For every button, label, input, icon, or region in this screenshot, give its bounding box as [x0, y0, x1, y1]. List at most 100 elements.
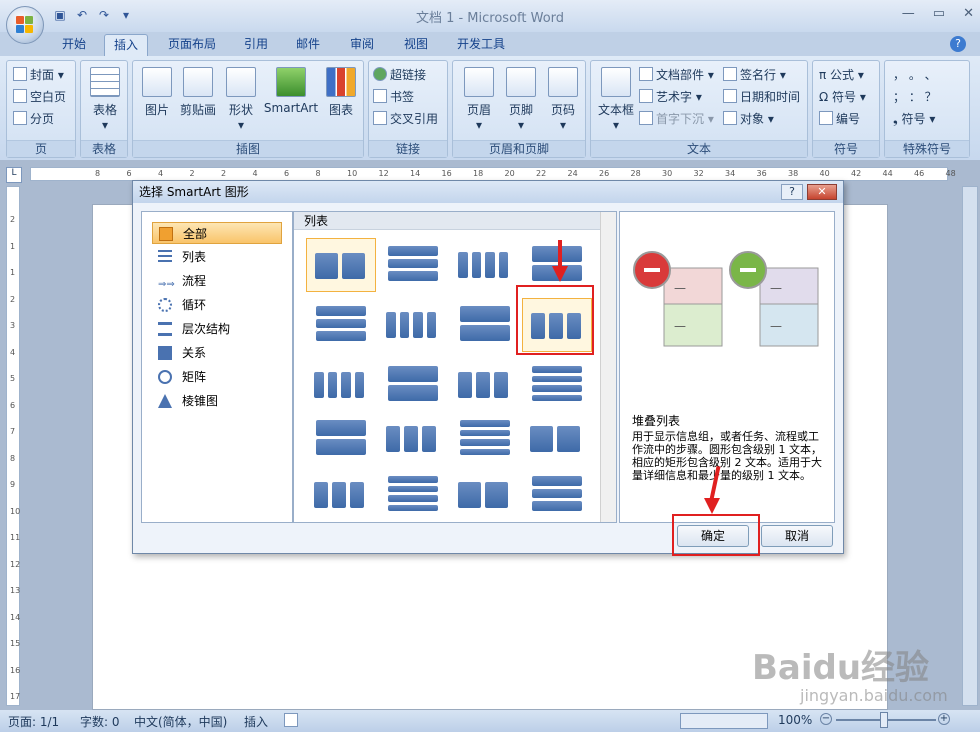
- horizontal-ruler[interactable]: 8 6 4 2 2 4 6 8 10 12 14 16 18 20 22 24 26 28 30 32 34 36 38 40…: [30, 167, 956, 181]
- tab-references[interactable]: 引用: [236, 34, 276, 56]
- equation-button[interactable]: π 公式 ▾: [819, 65, 864, 85]
- category-relationship[interactable]: 关系: [152, 342, 282, 364]
- dropcap-button[interactable]: 首字下沉 ▾: [639, 109, 714, 129]
- layout-thumbnail[interactable]: [522, 468, 592, 522]
- vertical-ruler[interactable]: 2 1 1 2 3 4 5 6 7 8 9 10 11 12 13 14 15 16 17: [6, 186, 20, 706]
- quick-parts-button[interactable]: 文档部件 ▾: [639, 65, 714, 85]
- group-table: 表格 ▾ 表格: [80, 60, 128, 158]
- tab-review[interactable]: 审阅: [342, 34, 382, 56]
- textbox-button[interactable]: 文本框 ▾: [595, 67, 637, 132]
- gallery-header: 列表: [294, 212, 600, 230]
- ribbon-tabs: 开始 插入 页面布局 引用 邮件 审阅 视图 开发工具 ?: [0, 32, 980, 56]
- category-all[interactable]: 全部: [152, 222, 282, 244]
- date-time-button[interactable]: 日期和时间: [723, 87, 800, 107]
- vertical-scrollbar[interactable]: [962, 186, 978, 706]
- tab-insert[interactable]: 插入: [104, 34, 148, 56]
- office-button[interactable]: [6, 6, 44, 44]
- vruler-tick-label: 6: [10, 400, 16, 410]
- category-list-item[interactable]: 列表: [152, 246, 282, 268]
- dialog-help-button[interactable]: ?: [781, 184, 803, 200]
- footer-button[interactable]: 页脚 ▾: [501, 67, 541, 132]
- category-hierarchy[interactable]: 层次结构: [152, 318, 282, 340]
- maximize-icon[interactable]: ▭: [933, 6, 945, 21]
- group-text: 文本框 ▾ 文档部件 ▾ 艺术字 ▾ 首字下沉 ▾ 签名行 ▾ 日期和时间 对象 …: [590, 60, 808, 158]
- language[interactable]: 中文(简体，中国): [134, 713, 227, 730]
- vruler-tick-label: 1: [10, 268, 16, 277]
- layout-thumbnail[interactable]: [450, 298, 520, 352]
- zoom-slider-thumb[interactable]: [880, 712, 888, 728]
- chart-button[interactable]: 图表: [323, 67, 359, 118]
- layout-thumbnail[interactable]: [306, 298, 376, 352]
- group-label-text: 文本: [591, 140, 807, 157]
- layout-thumbnail[interactable]: [378, 412, 448, 466]
- help-icon[interactable]: ?: [950, 36, 966, 52]
- list-icon: [158, 250, 172, 264]
- svg-text:—: —: [674, 319, 686, 333]
- ruler-tick-label: 4: [158, 169, 164, 178]
- special-symbols-row1[interactable]: ， 。 、: [893, 65, 937, 85]
- category-matrix[interactable]: 矩阵: [152, 366, 282, 388]
- layout-thumbnail[interactable]: [378, 298, 448, 352]
- layout-thumbnail[interactable]: [522, 358, 592, 412]
- hyperlink-button[interactable]: 超链接: [373, 65, 426, 85]
- numbering-button[interactable]: 编号: [819, 109, 860, 129]
- close-icon[interactable]: ✕: [963, 6, 974, 21]
- cancel-button[interactable]: 取消: [761, 525, 833, 547]
- header-button[interactable]: 页眉 ▾: [459, 67, 499, 132]
- layout-thumbnail[interactable]: [450, 358, 520, 412]
- layout-thumbnail[interactable]: [306, 468, 376, 522]
- tab-page-layout[interactable]: 页面布局: [160, 34, 224, 56]
- tab-selector[interactable]: L: [6, 167, 22, 183]
- layout-thumbnail[interactable]: [522, 238, 592, 292]
- layout-thumbnail[interactable]: [450, 238, 520, 292]
- vruler-tick-label: 12: [10, 559, 21, 569]
- layout-thumbnail[interactable]: [306, 238, 376, 292]
- highlight-stacked-list: [516, 285, 594, 355]
- tab-developer[interactable]: 开发工具: [450, 34, 512, 56]
- minimize-icon[interactable]: —: [902, 6, 915, 21]
- table-button[interactable]: 表格 ▾: [87, 67, 123, 132]
- layout-thumbnail[interactable]: [306, 412, 376, 466]
- tab-mailings[interactable]: 邮件: [288, 34, 328, 56]
- group-header-footer: 页眉 ▾ 页脚 ▾ 页码 ▾ 页眉和页脚: [452, 60, 586, 158]
- dialog-close-button[interactable]: ✕: [807, 184, 837, 200]
- category-process[interactable]: ⇒⇒ 流程: [152, 270, 282, 292]
- page-count[interactable]: 页面: 1/1: [8, 713, 59, 730]
- view-buttons[interactable]: [680, 713, 768, 729]
- cover-page-button[interactable]: 封面 ▾: [13, 65, 64, 85]
- layout-thumbnail[interactable]: [306, 358, 376, 412]
- clipart-button[interactable]: 剪贴画: [177, 67, 219, 118]
- symbol-button[interactable]: Ω 符号 ▾: [819, 87, 866, 107]
- layout-thumbnail[interactable]: [450, 468, 520, 522]
- zoom-level[interactable]: 100%: [778, 713, 812, 727]
- macro-icon[interactable]: [284, 713, 298, 727]
- special-symbol-button[interactable]: ❟ 符号 ▾: [893, 109, 935, 129]
- blank-page-button[interactable]: 空白页: [13, 87, 66, 107]
- tab-home[interactable]: 开始: [54, 34, 94, 56]
- gallery-scrollbar[interactable]: [600, 212, 616, 522]
- layout-thumbnail[interactable]: [378, 468, 448, 522]
- object-button[interactable]: 对象 ▾: [723, 109, 774, 129]
- layout-thumbnail[interactable]: [450, 412, 520, 466]
- wordart-button[interactable]: 艺术字 ▾: [639, 87, 702, 107]
- zoom-out-icon[interactable]: −: [820, 713, 832, 725]
- word-count[interactable]: 字数: 0: [80, 713, 120, 730]
- cross-reference-button[interactable]: 交叉引用: [373, 109, 438, 129]
- matrix-icon: [158, 370, 172, 384]
- signature-line-button[interactable]: 签名行 ▾: [723, 65, 786, 85]
- page-number-button[interactable]: 页码 ▾: [543, 67, 583, 132]
- shapes-button[interactable]: 形状 ▾: [223, 67, 259, 132]
- layout-thumbnail[interactable]: [378, 238, 448, 292]
- zoom-in-icon[interactable]: +: [938, 713, 950, 725]
- bookmark-button[interactable]: 书签: [373, 87, 414, 107]
- tab-view[interactable]: 视图: [396, 34, 436, 56]
- category-pyramid[interactable]: 棱锥图: [152, 390, 282, 412]
- special-symbols-row2[interactable]: ； ： ？: [893, 87, 937, 107]
- layout-thumbnail[interactable]: [522, 412, 592, 466]
- picture-button[interactable]: 图片: [139, 67, 175, 118]
- category-cycle[interactable]: 循环: [152, 294, 282, 316]
- layout-thumbnail[interactable]: [378, 358, 448, 412]
- smartart-button[interactable]: SmartArt: [261, 67, 321, 115]
- page-break-button[interactable]: 分页: [13, 109, 54, 129]
- insert-mode[interactable]: 插入: [244, 713, 268, 730]
